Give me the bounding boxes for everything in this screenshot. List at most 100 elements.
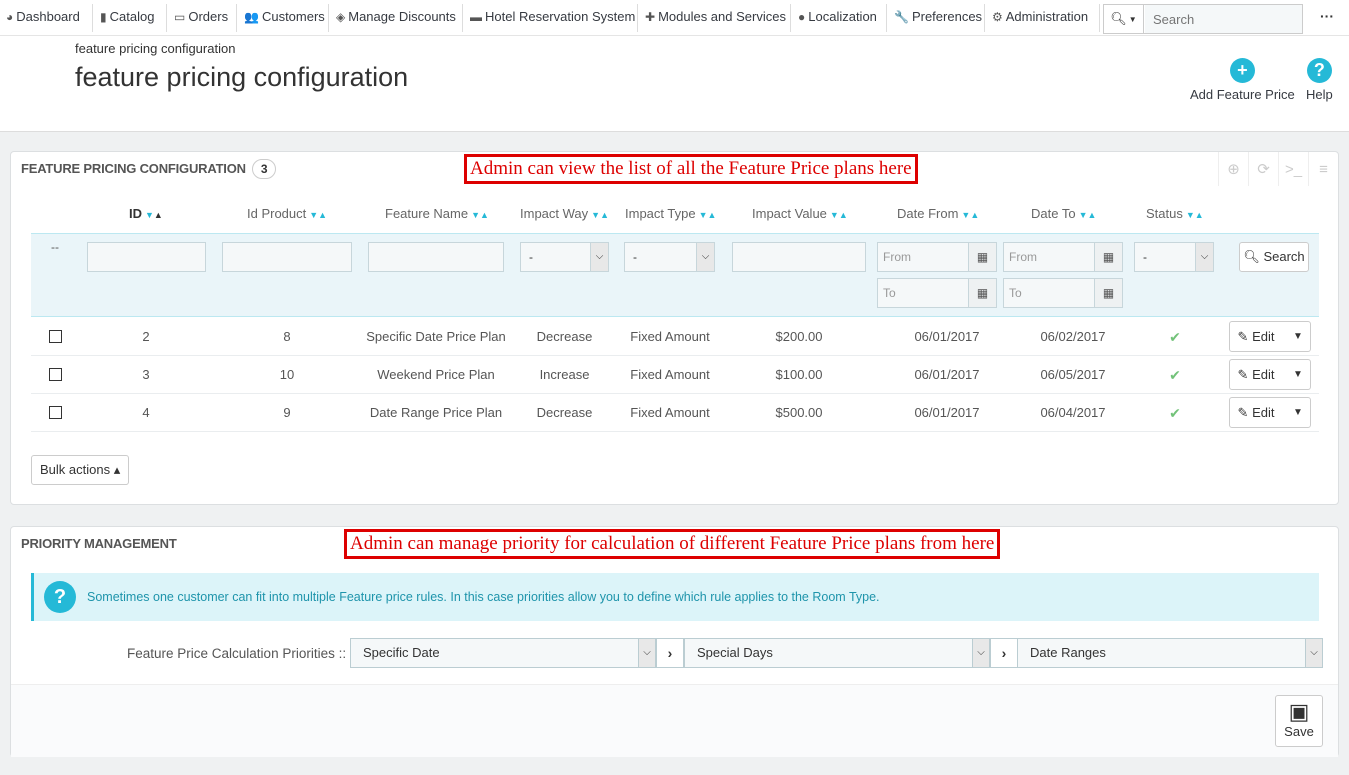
cell-feature-name: Date Range Price Plan xyxy=(369,405,503,420)
column-header-impact-way[interactable]: Impact Way ▼▲ xyxy=(520,206,609,221)
filter-date-to-end[interactable]: To ▦ xyxy=(1003,278,1123,308)
status-check-icon[interactable]: ✔ xyxy=(1155,394,1195,432)
priority-label: Feature Price Calculation Priorities :: xyxy=(127,646,347,661)
nav-preferences[interactable]: 🔧 Preferences xyxy=(888,0,982,34)
filter-impact-way-select[interactable]: - ⌵ xyxy=(520,242,609,272)
filter-id-input[interactable] xyxy=(87,242,206,272)
calendar-icon[interactable]: ▦ xyxy=(968,279,996,307)
help-button[interactable]: ? Help xyxy=(1306,58,1333,102)
filter-id-product-input[interactable] xyxy=(222,242,352,272)
sort-icon[interactable]: ▼▲ xyxy=(830,210,848,220)
panel-tools: ⊕ ⟳ >_ ≡ xyxy=(1218,152,1338,186)
priority-select-1[interactable]: Specific Date ⌵ xyxy=(350,638,656,668)
cell-date-to: 06/05/2017 xyxy=(1040,367,1106,382)
column-label: Impact Type xyxy=(625,206,696,221)
sort-icon[interactable]: ▼▲ xyxy=(145,210,163,220)
save-label: Save xyxy=(1284,724,1314,739)
priority-annotation: Admin can manage priority for calculatio… xyxy=(344,529,1001,559)
nav-localization[interactable]: ● Localization xyxy=(792,0,877,34)
add-icon[interactable]: ⊕ xyxy=(1218,152,1248,186)
priority-select-3[interactable]: Date Ranges ⌵ xyxy=(1017,638,1323,668)
nav-label: Customers xyxy=(261,9,325,24)
filter-status-select[interactable]: - ⌵ xyxy=(1134,242,1214,272)
feature-pricing-list-panel: FEATURE PRICING CONFIGURATION 3 Admin can… xyxy=(10,151,1339,505)
filter-impact-type-select[interactable]: - ⌵ xyxy=(624,242,715,272)
cell-impact-value: $100.00 xyxy=(775,367,823,382)
caret-down-icon[interactable]: ▼ xyxy=(1285,322,1311,351)
breadcrumb[interactable]: feature pricing configuration xyxy=(75,41,235,56)
search-input[interactable] xyxy=(1145,5,1302,33)
refresh-icon[interactable]: ⟳ xyxy=(1248,152,1278,186)
filter-date-from-start[interactable]: From ▦ xyxy=(877,242,997,272)
filter-feature-name-input[interactable] xyxy=(368,242,504,272)
book-icon: ▮ xyxy=(100,10,107,24)
sort-icon[interactable]: ▼▲ xyxy=(591,210,609,220)
column-header-impact-value[interactable]: Impact Value ▼▲ xyxy=(752,206,848,221)
sort-icon[interactable]: ▼▲ xyxy=(309,210,327,220)
cog-icon: ⚙ xyxy=(992,10,1003,24)
edit-button-group: ✎ Edit ▼ xyxy=(1229,397,1311,428)
placeholder-text: To xyxy=(1009,286,1022,300)
select-value: Special Days xyxy=(697,645,773,660)
sort-icon[interactable]: ▼▲ xyxy=(1079,210,1097,220)
row-checkbox[interactable] xyxy=(49,330,62,343)
column-header-id-product[interactable]: Id Product ▼▲ xyxy=(247,206,327,221)
cell-impact-type: Fixed Amount xyxy=(630,405,710,420)
edit-button[interactable]: ✎ Edit xyxy=(1230,398,1282,427)
caret-down-icon[interactable]: ▼ xyxy=(1285,398,1311,427)
column-header-id[interactable]: ID ▼▲ xyxy=(129,206,163,221)
database-icon[interactable]: ≡ xyxy=(1308,152,1338,186)
nav-label: Preferences xyxy=(911,9,983,24)
sort-icon[interactable]: ▼▲ xyxy=(961,210,979,220)
column-header-feature-name[interactable]: Feature Name ▼▲ xyxy=(385,206,489,221)
edit-button[interactable]: ✎ Edit xyxy=(1230,322,1282,351)
credit-card-icon: ▭ xyxy=(174,10,186,24)
search-type-toggle[interactable]: 🔍︎ ▼ xyxy=(1104,5,1144,33)
filter-row: -- - ⌵ - ⌵ From ▦ To ▦ From ▦ To ▦ - ⌵ 🔍︎ Searc… xyxy=(31,233,1319,317)
table-row[interactable]: 4 9 Date Range Price Plan Decrease Fixed… xyxy=(31,394,1319,432)
nav-customers[interactable]: 👥 Customers xyxy=(238,0,325,34)
cell-date-from: 06/01/2017 xyxy=(914,405,980,420)
row-checkbox[interactable] xyxy=(49,368,62,381)
nav-administration[interactable]: ⚙ Administration xyxy=(986,0,1088,34)
filter-date-to-start[interactable]: From ▦ xyxy=(1003,242,1123,272)
calendar-icon[interactable]: ▦ xyxy=(968,243,996,271)
sql-query-icon[interactable]: >_ xyxy=(1278,152,1308,186)
nav-modules-services[interactable]: ✚ Modules and Services xyxy=(639,0,786,34)
cell-id: 3 xyxy=(142,367,150,382)
nav-catalog[interactable]: ▮ Catalog xyxy=(94,0,154,34)
save-button[interactable]: ▣ Save xyxy=(1275,695,1323,747)
filter-search-button[interactable]: 🔍︎ Search xyxy=(1239,242,1309,272)
cell-date-to: 06/04/2017 xyxy=(1040,405,1106,420)
priority-select-2[interactable]: Special Days ⌵ xyxy=(684,638,990,668)
table-row[interactable]: 3 10 Weekend Price Plan Increase Fixed A… xyxy=(31,356,1319,394)
sort-icon[interactable]: ▼▲ xyxy=(471,210,489,220)
nav-orders[interactable]: ▭ Orders xyxy=(168,0,228,34)
sort-icon[interactable]: ▼▲ xyxy=(699,210,717,220)
sort-icon[interactable]: ▼▲ xyxy=(1186,210,1204,220)
caret-down-icon[interactable]: ▼ xyxy=(1285,360,1311,389)
nav-hotel-reservation[interactable]: ▬ Hotel Reservation System xyxy=(464,0,635,34)
column-header-date-from[interactable]: Date From ▼▲ xyxy=(897,206,979,221)
calendar-icon[interactable]: ▦ xyxy=(1094,279,1122,307)
panel-heading: FEATURE PRICING CONFIGURATION 3 xyxy=(11,152,277,186)
column-header-status[interactable]: Status ▼▲ xyxy=(1146,206,1204,221)
nav-dashboard[interactable]: ◕ Dashboard xyxy=(0,0,80,34)
priority-management-panel: PRIORITY MANAGEMENT Admin can manage pri… xyxy=(10,526,1339,757)
nav-manage-discounts[interactable]: ◈ Manage Discounts xyxy=(330,0,456,34)
column-header-impact-type[interactable]: Impact Type ▼▲ xyxy=(625,206,716,221)
more-menu-icon[interactable]: ··· xyxy=(1320,8,1334,24)
filter-impact-value-input[interactable] xyxy=(732,242,866,272)
calendar-icon[interactable]: ▦ xyxy=(1094,243,1122,271)
chevron-down-icon: ⌵ xyxy=(638,639,655,667)
row-checkbox[interactable] xyxy=(49,406,62,419)
column-header-date-to[interactable]: Date To ▼▲ xyxy=(1031,206,1096,221)
table-row[interactable]: 2 8 Specific Date Price Plan Decrease Fi… xyxy=(31,318,1319,356)
add-feature-price-button[interactable]: + Add Feature Price xyxy=(1190,58,1295,102)
bulk-actions-button[interactable]: Bulk actions ▴ xyxy=(31,455,130,485)
filter-date-from-end[interactable]: To ▦ xyxy=(877,278,997,308)
page-title: feature pricing configuration xyxy=(75,62,409,92)
status-check-icon[interactable]: ✔ xyxy=(1155,356,1195,394)
edit-button[interactable]: ✎ Edit xyxy=(1230,360,1282,389)
status-check-icon[interactable]: ✔ xyxy=(1155,318,1195,356)
